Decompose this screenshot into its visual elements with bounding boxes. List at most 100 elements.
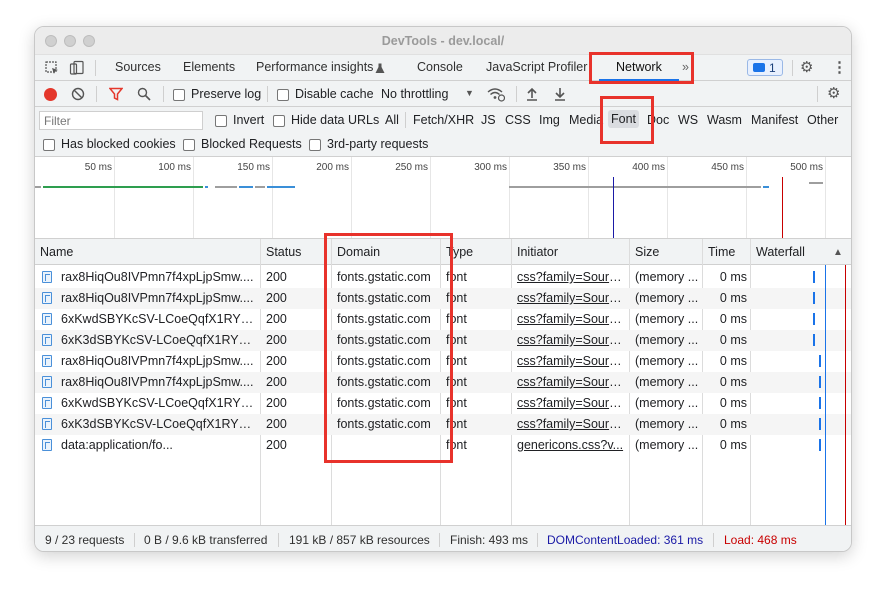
cell-domain: fonts.gstatic.com [337,375,431,389]
filter-funnel-icon[interactable] [109,87,123,101]
preserve-log-checkbox[interactable] [173,89,185,101]
filter-input[interactable]: Filter [39,111,203,130]
cell-time: 0 ms [719,396,747,410]
column-header-type[interactable]: Type [446,245,473,259]
cell-size: (memory ... [635,438,699,452]
waterfall-dcl-line [825,265,826,525]
hide-data-urls-checkbox[interactable] [273,115,285,127]
cell-time: 0 ms [719,291,747,305]
column-header-initiator[interactable]: Initiator [517,245,558,259]
waterfall-bar [813,313,815,325]
network-conditions-icon[interactable] [487,86,505,102]
table-row[interactable]: 6xK3dSBYKcSV-LCoeQqfX1RYO... 200 fonts.gst… [35,414,851,435]
more-tabs-button[interactable]: » [682,60,689,74]
blocked-requests-label: Blocked Requests [201,137,302,151]
overview-bar [239,186,253,188]
has-blocked-cookies-label: Has blocked cookies [61,137,176,151]
tick-label: 450 ms [711,162,744,173]
search-icon[interactable] [137,87,151,101]
type-filter-wasm[interactable]: Wasm [707,113,742,127]
export-har-icon[interactable] [554,87,566,101]
type-filter-js[interactable]: JS [481,113,496,127]
type-filter-manifest[interactable]: Manifest [751,113,798,127]
cell-size: (memory ... [635,417,699,431]
more-options-icon[interactable]: ⋮ [832,58,847,76]
third-party-requests-checkbox[interactable] [309,139,321,151]
table-row[interactable]: 6xKwdSBYKcSV-LCoeQqfX1RYO... 200 fonts.gst… [35,309,851,330]
column-header-name[interactable]: Name [40,245,73,259]
tick-label: 50 ms [84,162,112,173]
type-filter-css[interactable]: CSS [505,113,531,127]
devtools-window: DevTools - dev.local/ Sources Elements P… [34,26,852,552]
resources-size: 191 kB / 857 kB resources [289,533,430,547]
filter-bar: Filter Invert Hide data URLs All Fetch/X… [35,107,851,157]
table-row[interactable]: rax8HiqOu8IVPmn7f4xpLjpSmw.... 200 fonts.g… [35,372,851,393]
table-row[interactable]: rax8HiqOu8IVPmn7f4xpLjpSmw.... 200 fonts.g… [35,267,851,288]
gear-icon[interactable]: ⚙ [800,58,813,76]
table-row[interactable]: rax8HiqOu8IVPmn7f4xpLjpSmw.... 200 fonts.g… [35,288,851,309]
table-row[interactable]: 6xKwdSBYKcSV-LCoeQqfX1RYO... 200 fonts.gst… [35,393,851,414]
type-filter-fetch-xhr[interactable]: Fetch/XHR [413,113,474,127]
column-header-time[interactable]: Time [708,245,735,259]
file-icon [42,439,52,451]
has-blocked-cookies-checkbox[interactable] [43,139,55,151]
device-toolbar-icon[interactable] [69,60,85,76]
table-row[interactable]: 6xK3dSBYKcSV-LCoeQqfX1RYO... 200 fonts.gst… [35,330,851,351]
issues-badge[interactable]: 1 [747,59,783,76]
type-filter-other[interactable]: Other [807,113,838,127]
type-filter-media[interactable]: Media [569,113,603,127]
type-filter-font[interactable]: Font [608,110,640,128]
cell-name: rax8HiqOu8IVPmn7f4xpLjpSmw.... [61,354,254,368]
cell-size: (memory ... [635,312,699,326]
record-icon[interactable] [44,88,57,101]
column-header-status[interactable]: Status [266,245,301,259]
overview-bar [763,186,769,188]
cell-initiator[interactable]: css?family=Sourc... [517,333,625,347]
cell-type: font [446,333,467,347]
table-row[interactable]: data:application/fo... 200 font genericons.… [35,435,851,456]
type-filter-img[interactable]: Img [539,113,560,127]
inspect-element-icon[interactable] [44,60,60,76]
table-row[interactable]: rax8HiqOu8IVPmn7f4xpLjpSmw.... 200 fonts.g… [35,351,851,372]
chevron-down-icon[interactable]: ▼ [465,88,474,98]
requests-count: 9 / 23 requests [45,533,125,547]
clear-icon[interactable] [71,87,85,101]
network-settings-gear-icon[interactable]: ⚙ [827,84,840,102]
cell-initiator[interactable]: genericons.css?v... [517,438,625,452]
tab-sources[interactable]: Sources [115,60,161,74]
import-har-icon[interactable] [526,87,538,101]
cell-initiator[interactable]: css?family=Sourc... [517,354,625,368]
tab-javascript-profiler[interactable]: JavaScript Profiler [486,60,587,74]
cell-size: (memory ... [635,396,699,410]
cell-initiator[interactable]: css?family=Sourc... [517,375,625,389]
sort-ascending-icon[interactable]: ▲ [833,247,843,258]
cell-initiator[interactable]: css?family=Sourc... [517,291,625,305]
column-header-waterfall[interactable]: Waterfall [756,245,805,259]
type-filter-all[interactable]: All [385,113,399,127]
type-filter-ws[interactable]: WS [678,113,698,127]
cell-initiator[interactable]: css?family=Sourc... [517,396,625,410]
cell-initiator[interactable]: css?family=Sourc... [517,270,625,284]
cell-status: 200 [266,417,287,431]
tab-network[interactable]: Network [616,60,662,74]
disable-cache-checkbox[interactable] [277,89,289,101]
blocked-requests-checkbox[interactable] [183,139,195,151]
cell-domain: fonts.gstatic.com [337,333,431,347]
column-header-domain[interactable]: Domain [337,245,380,259]
tab-console[interactable]: Console [417,60,463,74]
cell-domain: fonts.gstatic.com [337,270,431,284]
network-overview[interactable]: 50 ms 100 ms 150 ms 200 ms 250 ms 300 ms… [35,157,851,239]
tick-label: 350 ms [553,162,586,173]
column-header-size[interactable]: Size [635,245,659,259]
cell-type: font [446,438,467,452]
throttling-select[interactable]: No throttling [381,87,448,101]
invert-checkbox[interactable] [215,115,227,127]
tab-elements[interactable]: Elements [183,60,235,74]
cell-name: 6xK3dSBYKcSV-LCoeQqfX1RYO... [61,333,255,347]
cell-initiator[interactable]: css?family=Sourc... [517,312,625,326]
type-filter-doc[interactable]: Doc [647,113,669,127]
cell-initiator[interactable]: css?family=Sourc... [517,417,625,431]
tab-performance-insights[interactable]: Performance insights [256,60,373,74]
file-icon [42,292,52,304]
overview-bar [255,186,265,188]
